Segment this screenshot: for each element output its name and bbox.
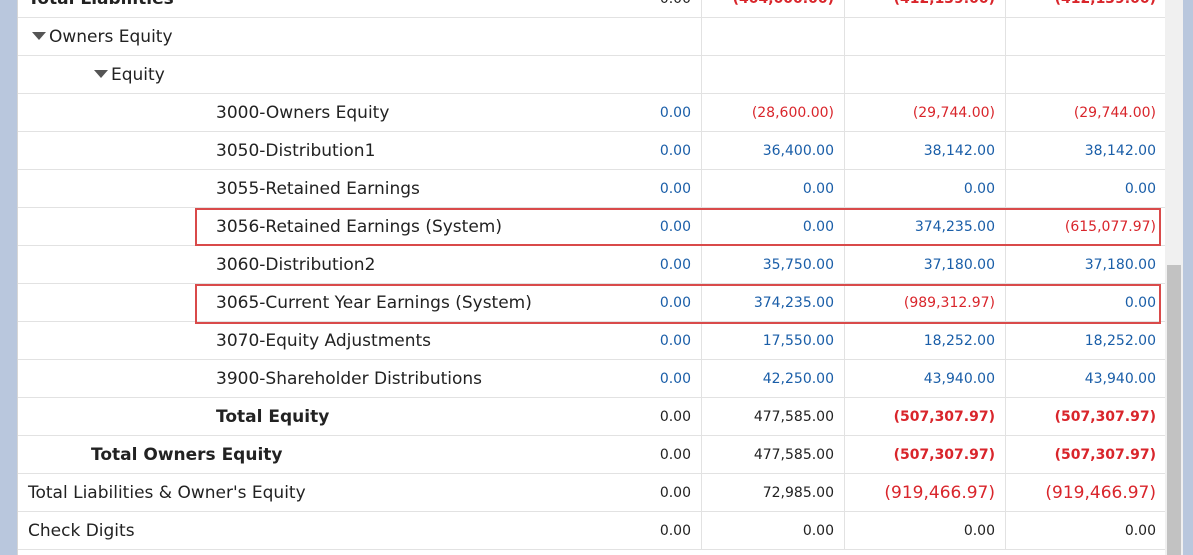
cell-col2	[701, 56, 844, 94]
cell-col1[interactable]: 0.00	[584, 208, 701, 246]
cell-col4[interactable]: 37,180.00	[1005, 246, 1165, 284]
scrollbar-thumb[interactable]	[1167, 265, 1181, 555]
cell-col3	[844, 56, 1005, 94]
cell-col1: 0.00	[659, 447, 691, 463]
cell-col1[interactable]: 0.00	[584, 94, 701, 132]
cell-col3[interactable]: 38,142.00	[844, 132, 1005, 170]
row-total-equity: Total Equity 0.00 477,585.00 (507,307.97…	[18, 398, 1165, 436]
vertical-scrollbar[interactable]	[1165, 0, 1193, 555]
cell-col1: 0.00	[659, 485, 691, 501]
table-row: 3060-Distribution2 0.00 35,750.00 37,180…	[18, 246, 1165, 284]
table-row: 3900-Shareholder Distributions 0.00 42,2…	[18, 360, 1165, 398]
cell-col2[interactable]: 374,235.00	[701, 284, 844, 322]
cell-col2: 477,585.00	[701, 436, 844, 474]
cell-col4	[1005, 18, 1165, 56]
cell-col3	[844, 18, 1005, 56]
table-row: 3065-Current Year Earnings (System) 0.00…	[18, 284, 1165, 322]
cell-col4: 0.00	[1005, 512, 1165, 550]
cell-col3[interactable]: 43,940.00	[844, 360, 1005, 398]
cell-col2[interactable]: 0.00	[701, 170, 844, 208]
cell-col4[interactable]: 0.00	[1005, 284, 1165, 322]
cell-col4	[1005, 56, 1165, 94]
cell-col3: 0.00	[844, 512, 1005, 550]
row-total-liabilities-owners-equity: Total Liabilities & Owner's Equity 0.00 …	[18, 474, 1165, 512]
group-label-text: Owners Equity	[49, 27, 173, 47]
group-label-text: Equity	[111, 65, 165, 85]
cell-col1: 0.00	[659, 409, 691, 425]
cell-col2	[701, 18, 844, 56]
cell-col3[interactable]: (989,312.97)	[844, 284, 1005, 322]
cell-col4[interactable]: 38,142.00	[1005, 132, 1165, 170]
cell-col2[interactable]: 35,750.00	[701, 246, 844, 284]
cell-col1[interactable]: 0.00	[584, 132, 701, 170]
cell-col3[interactable]: 18,252.00	[844, 322, 1005, 360]
row-total-liabilities: Total Liabilities 0.00 (404,000.00) (412…	[18, 0, 1165, 18]
table-row: 3055-Retained Earnings 0.00 0.00 0.00 0.…	[18, 170, 1165, 208]
cell-col1[interactable]: 0.00	[584, 322, 701, 360]
caret-down-icon[interactable]	[32, 32, 46, 40]
cell-col3: (507,307.97)	[844, 398, 1005, 436]
cell-col2: (404,000.00)	[701, 0, 844, 18]
cell-col3[interactable]: (29,744.00)	[844, 94, 1005, 132]
cell-col3: (412,139.00)	[844, 0, 1005, 18]
cell-col1: 0.00	[584, 0, 701, 18]
row-check-digits: Check Digits 0.00 0.00 0.00 0.00	[18, 512, 1165, 550]
cell-col4[interactable]: (29,744.00)	[1005, 94, 1165, 132]
cell-col1[interactable]: 0.00	[584, 246, 701, 284]
row-group-owners-equity[interactable]: Owners Equity	[18, 18, 1165, 56]
cell-col2[interactable]: 17,550.00	[701, 322, 844, 360]
cell-col4[interactable]: 43,940.00	[1005, 360, 1165, 398]
cell-col2[interactable]: 36,400.00	[701, 132, 844, 170]
cell-col2: 0.00	[701, 512, 844, 550]
cell-col2[interactable]: (28,600.00)	[701, 94, 844, 132]
cell-col4[interactable]: (615,077.97)	[1005, 208, 1165, 246]
table-row: 3000-Owners Equity 0.00 (28,600.00) (29,…	[18, 94, 1165, 132]
table-row: 3070-Equity Adjustments 0.00 17,550.00 1…	[18, 322, 1165, 360]
cell-col1[interactable]: 0.00	[584, 284, 701, 322]
group-label[interactable]: Equity	[18, 56, 701, 94]
caret-down-icon[interactable]	[94, 70, 108, 78]
cell-col3[interactable]: 374,235.00	[844, 208, 1005, 246]
cell-col3: (507,307.97)	[844, 436, 1005, 474]
cell-col3: (919,466.97)	[844, 474, 1005, 512]
cell-col4[interactable]: 0.00	[1005, 170, 1165, 208]
table-row: 3050-Distribution1 0.00 36,400.00 38,142…	[18, 132, 1165, 170]
cell-col4: (919,466.97)	[1005, 474, 1165, 512]
cell-col4[interactable]: 18,252.00	[1005, 322, 1165, 360]
cell-col2: 477,585.00	[701, 398, 844, 436]
cell-col4: (412,139.00)	[1005, 0, 1165, 18]
table-row: 3056-Retained Earnings (System) 0.00 0.0…	[18, 208, 1165, 246]
cell-col1[interactable]: 0.00	[584, 360, 701, 398]
cell-col2[interactable]: 0.00	[701, 208, 844, 246]
group-label[interactable]: Owners Equity	[18, 18, 701, 56]
row-group-equity[interactable]: Equity	[18, 56, 1165, 94]
cell-col1: 0.00	[659, 523, 691, 539]
cell-col2: 72,985.00	[701, 474, 844, 512]
cell-col3[interactable]: 37,180.00	[844, 246, 1005, 284]
cell-col4: (507,307.97)	[1005, 398, 1165, 436]
cell-col1[interactable]: 0.00	[584, 170, 701, 208]
row-total-owners-equity: Total Owners Equity 0.00 477,585.00 (507…	[18, 436, 1165, 474]
cell-col3[interactable]: 0.00	[844, 170, 1005, 208]
financial-report-grid: Total Liabilities 0.00 (404,000.00) (412…	[17, 0, 1165, 555]
cell-col2[interactable]: 42,250.00	[701, 360, 844, 398]
cell-col4: (507,307.97)	[1005, 436, 1165, 474]
